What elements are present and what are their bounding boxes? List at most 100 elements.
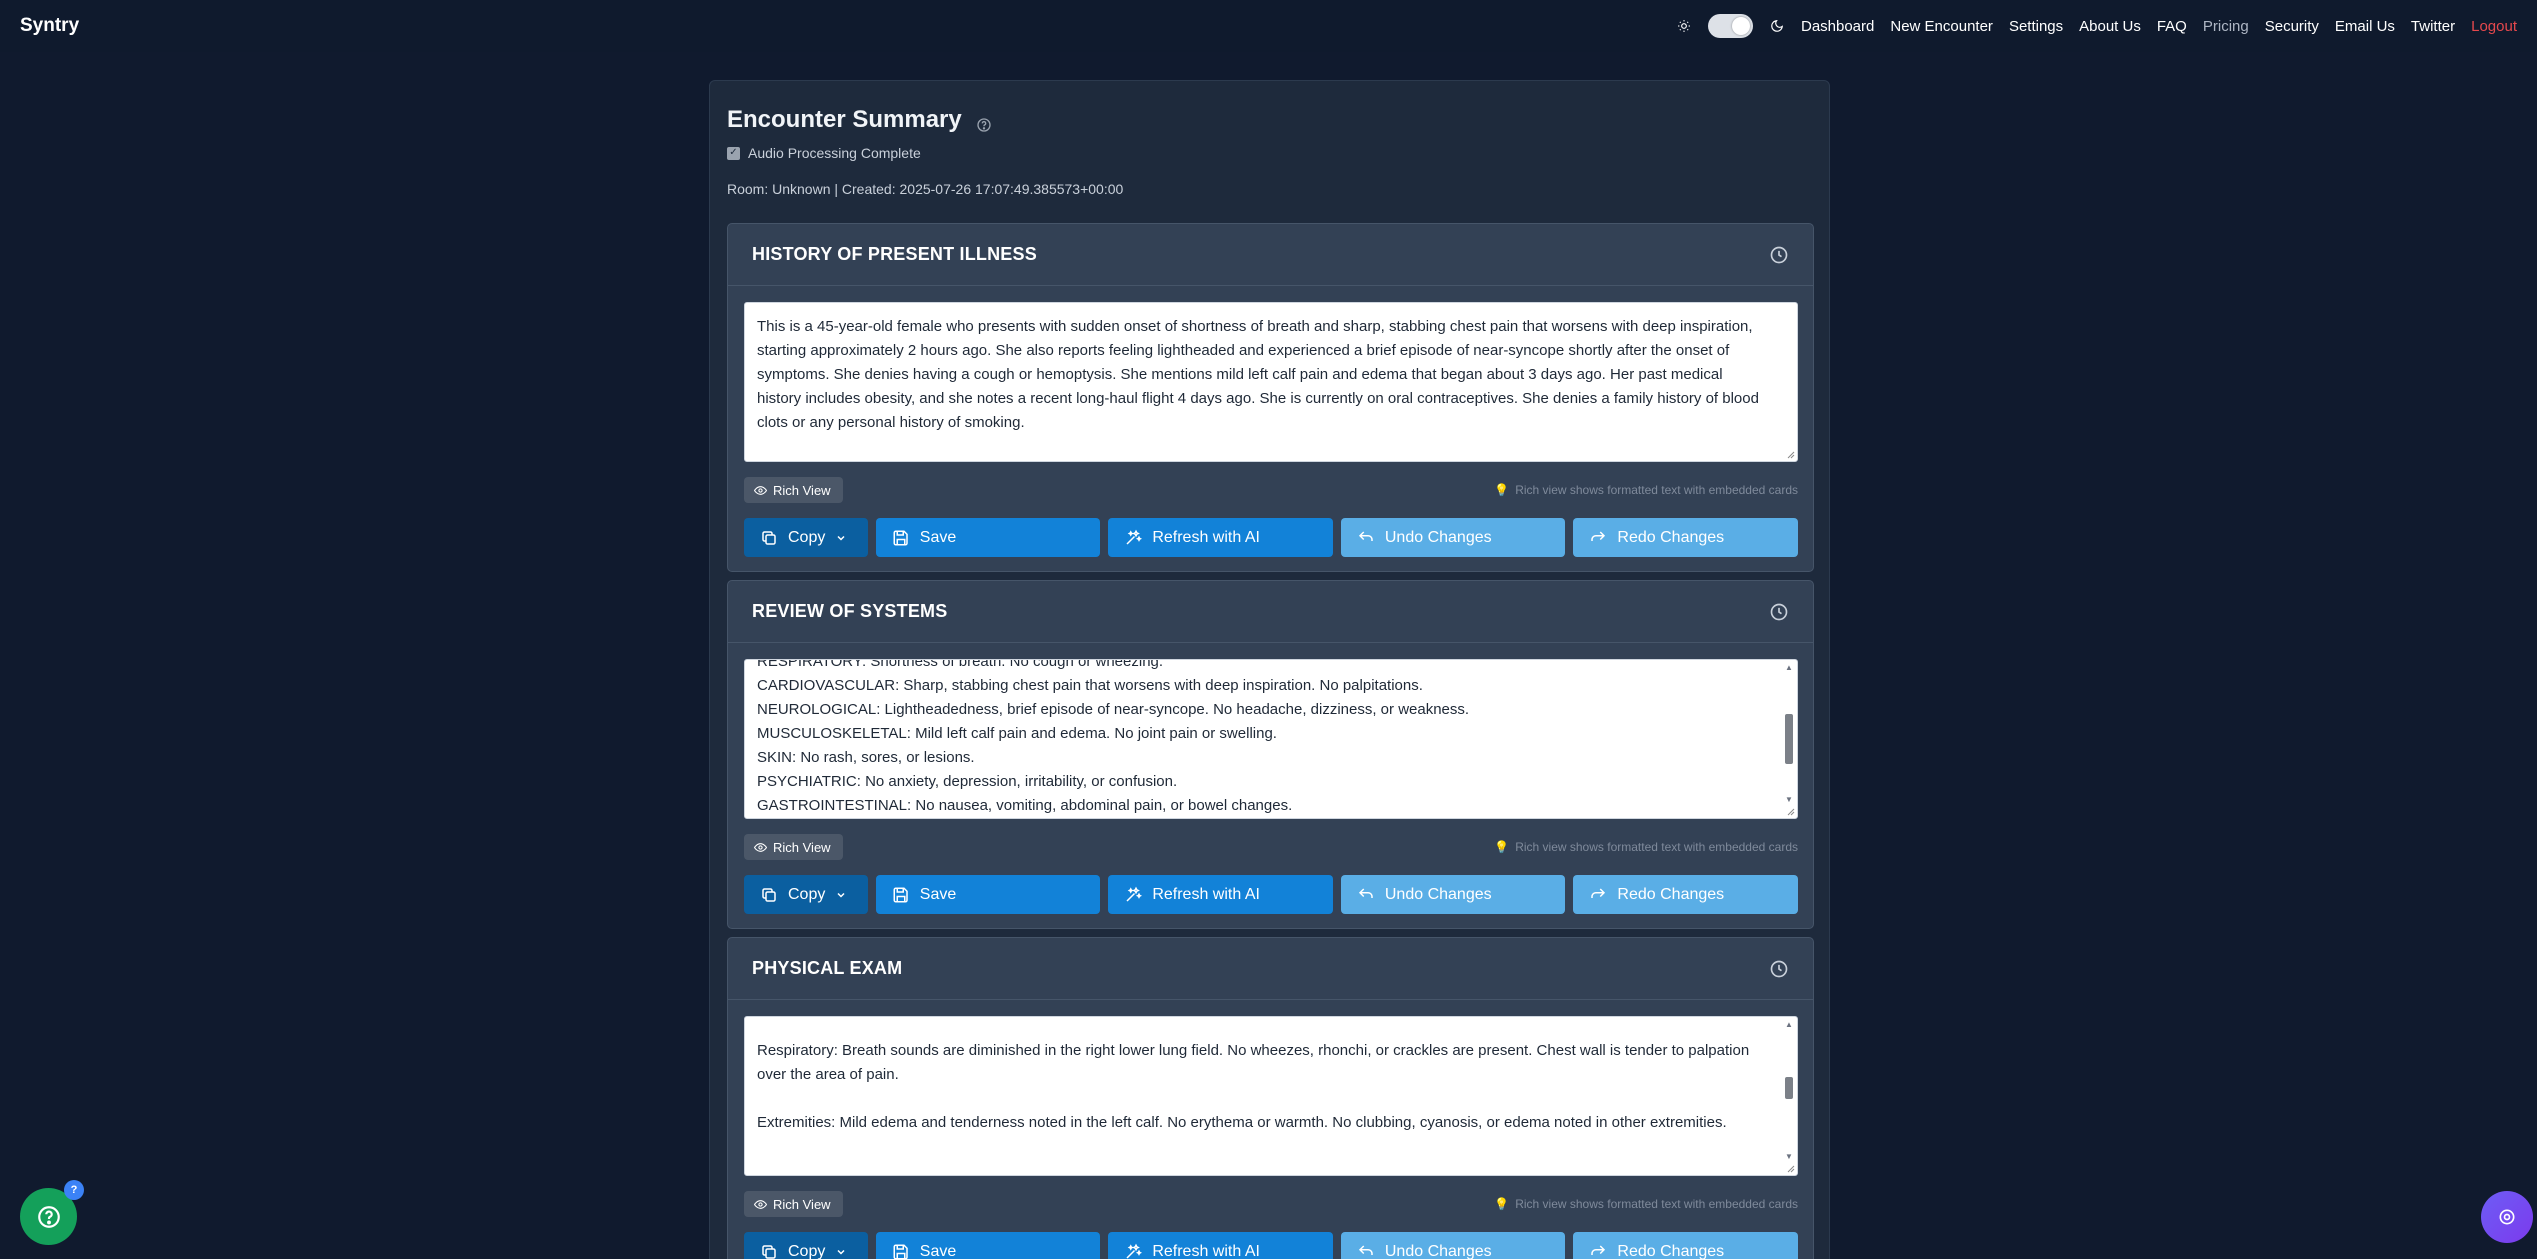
chevron-down-icon — [837, 535, 845, 541]
undo-button[interactable]: Undo Changes — [1340, 875, 1566, 914]
theme-toggle[interactable] — [1707, 14, 1753, 38]
refresh-ai-button[interactable]: Refresh with AI — [1108, 1232, 1333, 1259]
redo-button[interactable]: Redo Changes — [1573, 518, 1798, 557]
section-physical-exam: PHYSICAL EXAM Respiratory: Breath sounds… — [727, 937, 1814, 1259]
action-buttons: Copy Save Refresh with AI Undo Changes R… — [744, 875, 1798, 914]
brand-logo[interactable]: Syntry — [20, 15, 79, 37]
copy-label: Copy — [788, 885, 826, 903]
chevron-down-icon — [837, 892, 845, 898]
nav-pricing[interactable]: Pricing — [2203, 18, 2249, 35]
theme-toggle-knob — [1731, 17, 1750, 35]
nav-security[interactable]: Security — [2265, 18, 2319, 35]
refresh-ai-button[interactable]: Refresh with AI — [1108, 518, 1333, 557]
audio-status-label: Audio Processing Complete — [748, 145, 921, 161]
copy-button[interactable]: Copy — [744, 875, 868, 914]
rich-view-hint: 💡 Rich view shows formatted text with em… — [1494, 840, 1798, 854]
section-title: REVIEW OF SYSTEMS — [752, 601, 948, 621]
copy-button[interactable]: Copy — [744, 518, 868, 557]
rich-view-label: Rich View — [773, 482, 831, 498]
redo-label: Redo Changes — [1617, 1242, 1725, 1259]
hpi-textarea[interactable]: This is a 45-year-old female who present… — [744, 302, 1798, 462]
nav-twitter[interactable]: Twitter — [2411, 18, 2455, 35]
action-buttons: Copy Save Refresh with AI Undo Changes R… — [744, 1232, 1798, 1259]
scroll-down-icon[interactable]: ▼ — [1785, 1153, 1793, 1161]
ros-textarea[interactable]: RESPIRATORY: Shortness of breath. No cou… — [744, 659, 1798, 819]
physical-exam-textarea[interactable]: Respiratory: Breath sounds are diminishe… — [744, 1016, 1798, 1176]
hint-text: Rich view shows formatted text with embe… — [1515, 840, 1798, 854]
top-navbar: Syntry Dashboard New Encounter Settings … — [0, 0, 2537, 52]
eye-icon — [754, 485, 767, 495]
nav-new-encounter[interactable]: New Encounter — [1890, 18, 1993, 35]
rich-view-row: Rich View 💡 Rich view shows formatted te… — [744, 1191, 1798, 1217]
refresh-label: Refresh with AI — [1152, 1242, 1260, 1259]
rich-view-button[interactable]: Rich View — [744, 477, 843, 503]
save-button[interactable]: Save — [875, 875, 1101, 914]
save-button[interactable]: Save — [875, 1232, 1101, 1259]
hint-text: Rich view shows formatted text with embe… — [1515, 483, 1798, 497]
resize-grip-icon[interactable] — [1785, 449, 1795, 459]
refresh-label: Refresh with AI — [1152, 528, 1260, 546]
section-ros: REVIEW OF SYSTEMS RESPIRATORY: Shortness… — [727, 580, 1814, 929]
copy-icon — [762, 887, 776, 902]
question-circle-icon[interactable] — [976, 112, 992, 132]
rich-view-button[interactable]: Rich View — [744, 1191, 843, 1217]
copy-icon — [762, 530, 776, 545]
clock-icon[interactable] — [1769, 959, 1789, 979]
resize-grip-icon[interactable] — [1785, 806, 1795, 816]
undo-label: Undo Changes — [1384, 885, 1492, 903]
clock-icon[interactable] — [1769, 245, 1789, 265]
rich-view-row: Rich View 💡 Rich view shows formatted te… — [744, 834, 1798, 860]
refresh-label: Refresh with AI — [1152, 885, 1260, 903]
scroll-thumb[interactable] — [1785, 1077, 1793, 1099]
section-title: PHYSICAL EXAM — [752, 958, 903, 978]
page-title-row: Encounter Summary — [727, 106, 992, 134]
moon-icon — [1769, 18, 1785, 34]
sparkle-icon — [1126, 886, 1143, 902]
resize-grip-icon[interactable] — [1785, 1163, 1795, 1173]
nav-faq[interactable]: FAQ — [2157, 18, 2187, 35]
save-button[interactable]: Save — [875, 518, 1101, 557]
scroll-down-icon[interactable]: ▼ — [1785, 796, 1793, 804]
save-label: Save — [919, 1242, 957, 1259]
rich-view-label: Rich View — [773, 1196, 831, 1212]
eye-icon — [754, 842, 767, 852]
save-icon — [893, 530, 908, 545]
assistant-fab-button[interactable] — [2481, 1191, 2533, 1243]
physical-exam-text: Respiratory: Breath sounds are diminishe… — [757, 1042, 1750, 1131]
physical-exam-scrollbar[interactable]: ▲ ▼ — [1783, 1021, 1795, 1161]
clock-icon[interactable] — [1769, 602, 1789, 622]
lightbulb-icon: 💡 — [1494, 1197, 1510, 1211]
rich-view-button[interactable]: Rich View — [744, 834, 843, 860]
redo-button[interactable]: Redo Changes — [1573, 1232, 1798, 1259]
audio-status-row: ✓ Audio Processing Complete — [727, 145, 921, 161]
encounter-card: Encounter Summary ✓ Audio Processing Com… — [709, 80, 1830, 1259]
scroll-up-icon[interactable]: ▲ — [1785, 664, 1793, 672]
nav-settings[interactable]: Settings — [2009, 18, 2063, 35]
undo-button[interactable]: Undo Changes — [1340, 518, 1566, 557]
save-icon — [893, 887, 908, 902]
encounter-meta: Room: Unknown | Created: 2025-07-26 17:0… — [727, 181, 1124, 197]
scroll-thumb[interactable] — [1785, 714, 1793, 764]
save-label: Save — [919, 528, 957, 546]
ros-scrollbar[interactable]: ▲ ▼ — [1783, 664, 1795, 804]
refresh-ai-button[interactable]: Refresh with AI — [1108, 875, 1333, 914]
nav-dashboard[interactable]: Dashboard — [1801, 18, 1874, 35]
save-label: Save — [919, 885, 957, 903]
hpi-text: This is a 45-year-old female who present… — [757, 318, 1764, 431]
lightbulb-icon: 💡 — [1494, 840, 1510, 854]
nav-about-us[interactable]: About Us — [2079, 18, 2141, 35]
scroll-up-icon[interactable]: ▲ — [1785, 1021, 1793, 1029]
action-buttons: Copy Save Refresh with AI Undo Changes R… — [744, 518, 1798, 557]
page-title: Encounter Summary — [727, 106, 962, 133]
nav-logout[interactable]: Logout — [2471, 18, 2517, 35]
redo-button[interactable]: Redo Changes — [1573, 875, 1798, 914]
nav-email-us[interactable]: Email Us — [2335, 18, 2395, 35]
undo-button[interactable]: Undo Changes — [1340, 1232, 1566, 1259]
copy-button[interactable]: Copy — [744, 1232, 868, 1259]
section-header: PHYSICAL EXAM — [728, 938, 1813, 1000]
rich-view-row: Rich View 💡 Rich view shows formatted te… — [744, 477, 1798, 503]
save-icon — [893, 1244, 908, 1259]
section-header: HISTORY OF PRESENT ILLNESS — [728, 224, 1813, 286]
undo-icon — [1358, 1244, 1373, 1255]
chevron-down-icon — [837, 1249, 845, 1255]
